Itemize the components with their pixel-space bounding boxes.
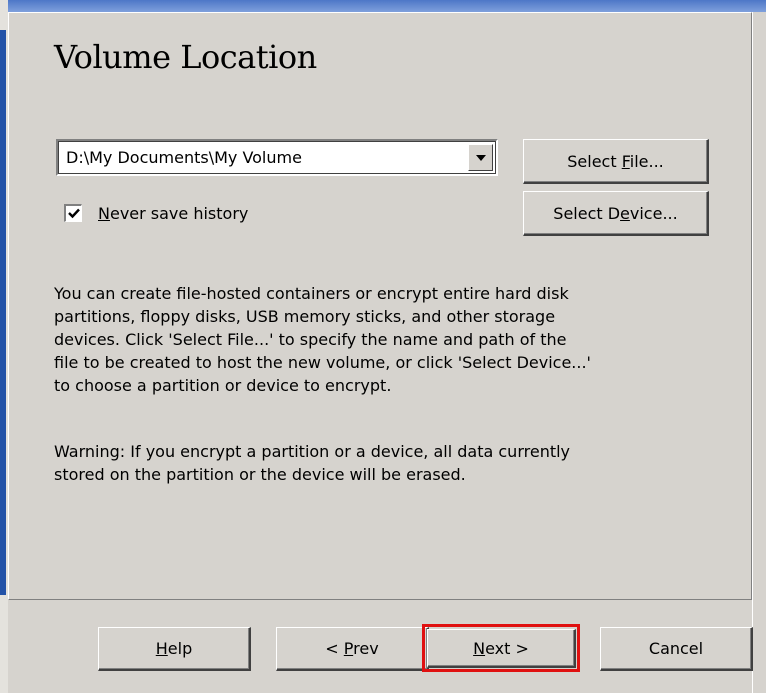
select-device-button[interactable]: Select Device... [523,191,709,236]
select-file-label: Select File... [567,151,664,171]
help-label: Help [155,639,193,658]
dropdown-button[interactable] [468,144,493,171]
window-right-edge [752,12,766,693]
never-save-history-checkbox[interactable] [64,204,82,222]
cancel-button[interactable]: Cancel [600,627,753,671]
page-title: Volume Location [54,38,317,76]
never-save-history-label[interactable]: Never save history [98,204,248,223]
cancel-label: Cancel [648,639,704,658]
volume-location-value[interactable]: D:\My Documents\My Volume [66,148,302,167]
prev-label: < Prev [325,639,379,658]
window-top-strip [0,0,766,12]
chevron-down-icon [475,154,486,161]
select-device-label: Select Device... [553,203,678,223]
select-file-button[interactable]: Select File... [523,139,709,184]
volume-location-combobox[interactable]: D:\My Documents\My Volume [56,139,498,176]
checkmark-icon [67,208,80,219]
prev-button[interactable]: < Prev [276,627,429,671]
location-description: You can create file-hosted containers or… [54,284,591,395]
next-label: Next > [473,638,529,658]
erase-warning-text: Warning: If you encrypt a partition or a… [54,442,571,484]
next-button[interactable]: Next > [427,629,576,668]
sidebar-accent-bar [0,30,6,595]
help-button[interactable]: Help [98,627,251,671]
